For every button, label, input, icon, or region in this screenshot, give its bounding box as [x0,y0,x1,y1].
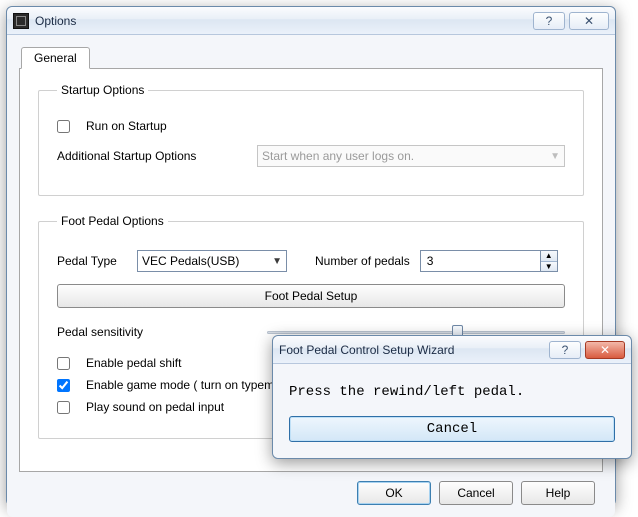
app-icon [13,13,29,29]
run-on-startup-checkbox[interactable] [57,120,70,133]
foot-pedal-options-legend: Foot Pedal Options [57,214,168,228]
window-title: Options [35,14,529,28]
wizard-message: Press the rewind/left pedal. [289,384,615,400]
play-sound-checkbox[interactable] [57,401,70,414]
play-sound-label[interactable]: Play sound on pedal input [86,400,224,414]
chevron-down-icon: ▼ [550,151,560,162]
enable-pedal-shift-label[interactable]: Enable pedal shift [86,356,181,370]
enable-pedal-shift-checkbox[interactable] [57,357,70,370]
num-pedals-label: Number of pedals [315,254,410,268]
tab-general[interactable]: General [21,47,90,69]
additional-startup-dropdown: Start when any user logs on. ▼ [257,145,565,167]
tab-strip: General [19,45,603,67]
startup-options-legend: Startup Options [57,83,148,97]
foot-pedal-wizard-window: Foot Pedal Control Setup Wizard ? ✕ Pres… [272,335,632,459]
run-on-startup-label[interactable]: Run on Startup [86,119,167,133]
help-window-button[interactable]: ? [533,12,565,30]
wizard-help-window-button[interactable]: ? [549,341,581,359]
close-window-button[interactable]: ✕ [569,12,609,30]
enable-game-mode-checkbox[interactable] [57,379,70,392]
options-titlebar[interactable]: Options ? ✕ [7,7,615,35]
pedal-sensitivity-label: Pedal sensitivity [57,325,257,339]
wizard-close-window-button[interactable]: ✕ [585,341,625,359]
slider-track [267,331,565,334]
num-pedals-input[interactable] [420,250,540,272]
pedal-type-value: VEC Pedals(USB) [142,254,239,268]
help-button[interactable]: Help [521,481,595,505]
ok-button[interactable]: OK [357,481,431,505]
foot-pedal-setup-button[interactable]: Foot Pedal Setup [57,284,565,308]
wizard-titlebar[interactable]: Foot Pedal Control Setup Wizard ? ✕ [273,336,631,364]
dialog-button-row: OK Cancel Help [19,471,603,505]
startup-options-group: Startup Options Run on Startup Additiona… [38,83,584,196]
wizard-title: Foot Pedal Control Setup Wizard [279,343,545,357]
pedal-type-dropdown[interactable]: VEC Pedals(USB) ▼ [137,250,287,272]
pedal-type-label: Pedal Type [57,254,127,268]
cancel-button[interactable]: Cancel [439,481,513,505]
wizard-cancel-button[interactable]: Cancel [289,416,615,442]
enable-game-mode-label[interactable]: Enable game mode ( turn on typematic ) [86,378,300,392]
num-pedals-spinner[interactable]: ▲ ▼ [420,250,558,272]
additional-startup-value: Start when any user logs on. [262,149,414,163]
spinner-down-icon[interactable]: ▼ [541,262,557,272]
spinner-up-icon[interactable]: ▲ [541,251,557,262]
chevron-down-icon[interactable]: ▼ [272,256,282,267]
additional-startup-label: Additional Startup Options [57,149,247,163]
